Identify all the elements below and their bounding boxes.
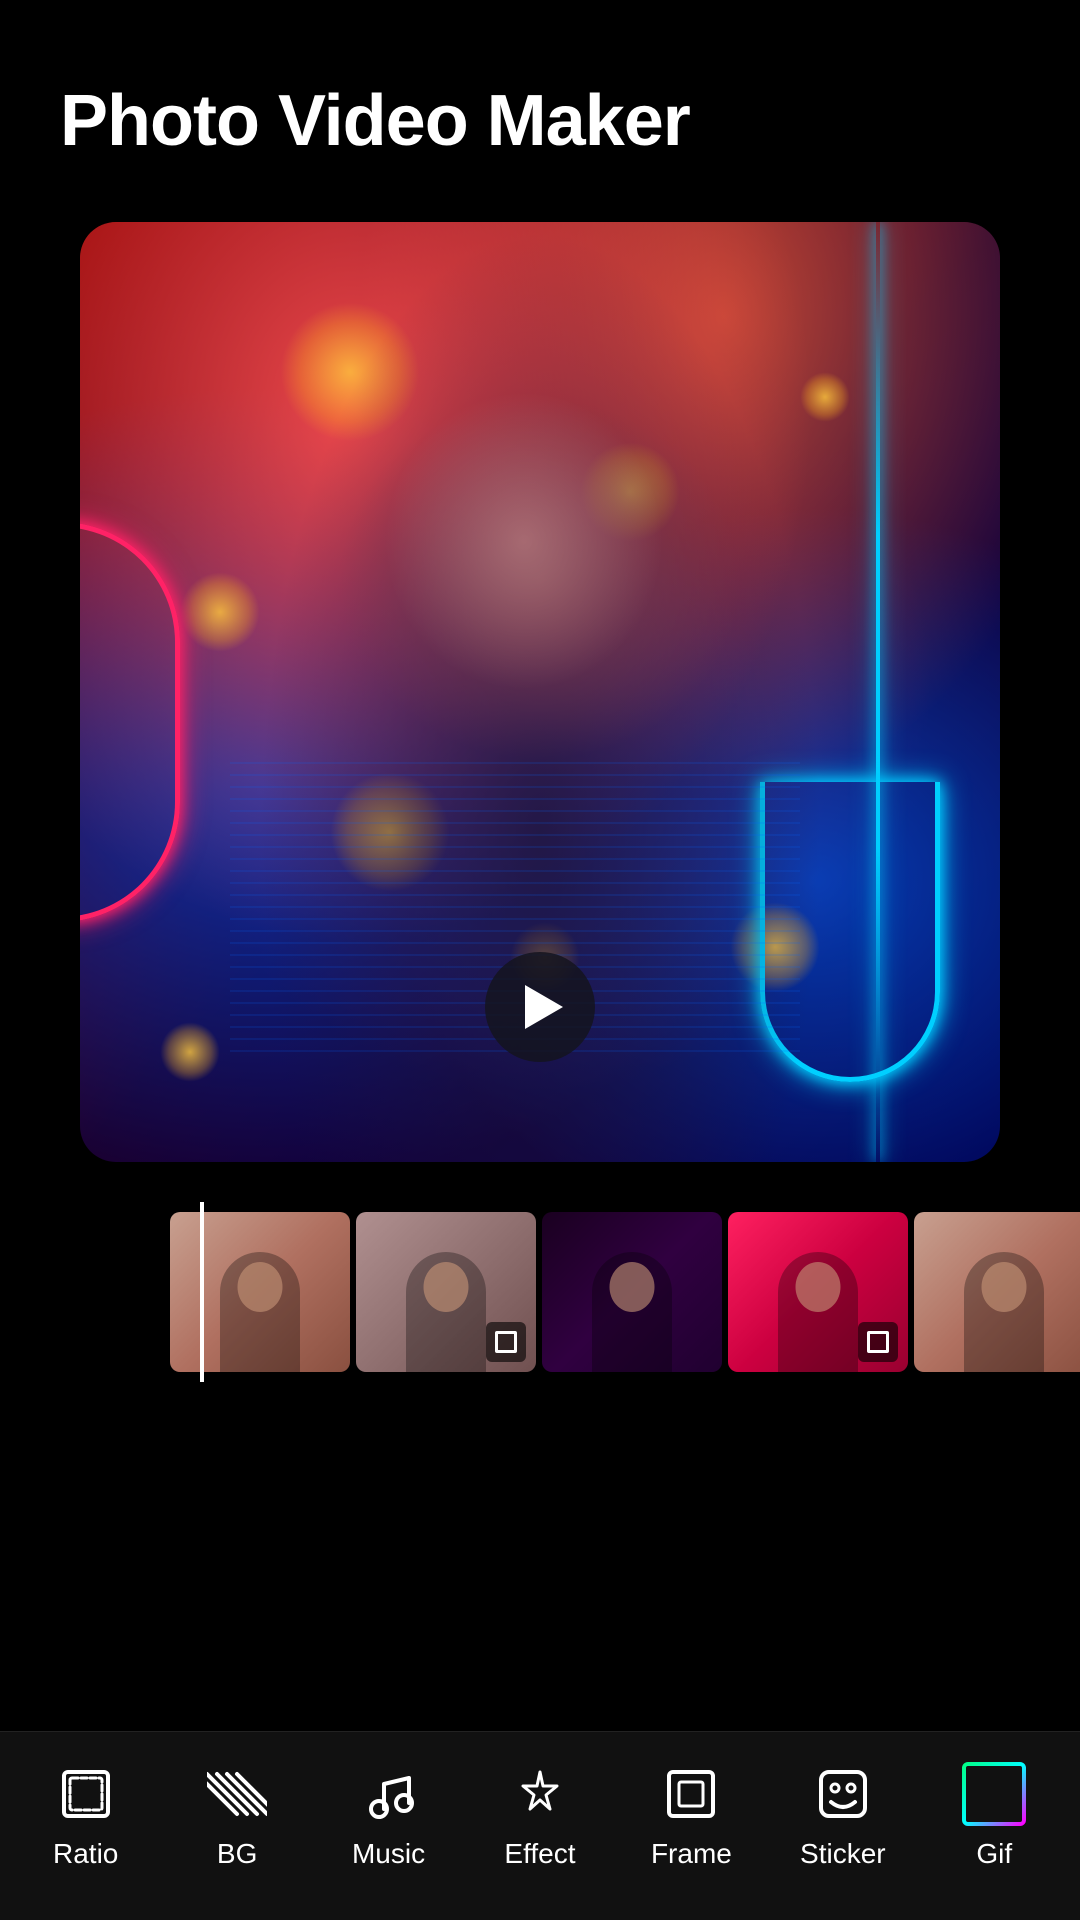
- nav-item-gif[interactable]: Gif: [934, 1762, 1054, 1870]
- nav-item-sticker[interactable]: Sticker: [783, 1762, 903, 1870]
- face-highlight: [384, 391, 664, 691]
- thumbnail-strip-wrapper: ♡: [0, 1202, 1080, 1382]
- thumbnail-2[interactable]: [356, 1212, 536, 1372]
- app-title: Photo Video Maker: [0, 0, 1080, 202]
- video-preview: [80, 222, 1000, 1162]
- nav-label-gif: Gif: [976, 1838, 1012, 1870]
- thumbnail-4[interactable]: [728, 1212, 908, 1372]
- sticker-icon: [811, 1762, 875, 1826]
- thumb-badge-4: [858, 1322, 898, 1362]
- nav-label-frame: Frame: [651, 1838, 732, 1870]
- nav-label-effect: Effect: [504, 1838, 575, 1870]
- timeline-marker: [200, 1202, 204, 1382]
- thumbnail-1[interactable]: [170, 1212, 350, 1372]
- nav-item-music[interactable]: Music: [329, 1762, 449, 1870]
- bg-icon: [205, 1762, 269, 1826]
- effect-icon: [508, 1762, 572, 1826]
- nav-label-bg: BG: [217, 1838, 257, 1870]
- music-icon: [357, 1762, 421, 1826]
- nav-item-ratio[interactable]: Ratio: [26, 1762, 146, 1870]
- nav-item-effect[interactable]: Effect: [480, 1762, 600, 1870]
- frame-icon: [659, 1762, 723, 1826]
- ratio-icon: [54, 1762, 118, 1826]
- nav-label-music: Music: [352, 1838, 425, 1870]
- gif-icon: [962, 1762, 1026, 1826]
- thumbnail-3[interactable]: [542, 1212, 722, 1372]
- nav-label-ratio: Ratio: [53, 1838, 118, 1870]
- thumbnail-strip[interactable]: ♡: [0, 1202, 1080, 1382]
- app-container: Photo Video Maker: [0, 0, 1080, 1920]
- bottom-nav: Ratio BG Music: [0, 1731, 1080, 1920]
- nav-item-bg[interactable]: BG: [177, 1762, 297, 1870]
- play-icon: [525, 985, 563, 1029]
- nav-item-frame[interactable]: Frame: [631, 1762, 751, 1870]
- play-button[interactable]: [485, 952, 595, 1062]
- thumbnail-5[interactable]: [914, 1212, 1080, 1372]
- thumb-badge-2: [486, 1322, 526, 1362]
- nav-label-sticker: Sticker: [800, 1838, 886, 1870]
